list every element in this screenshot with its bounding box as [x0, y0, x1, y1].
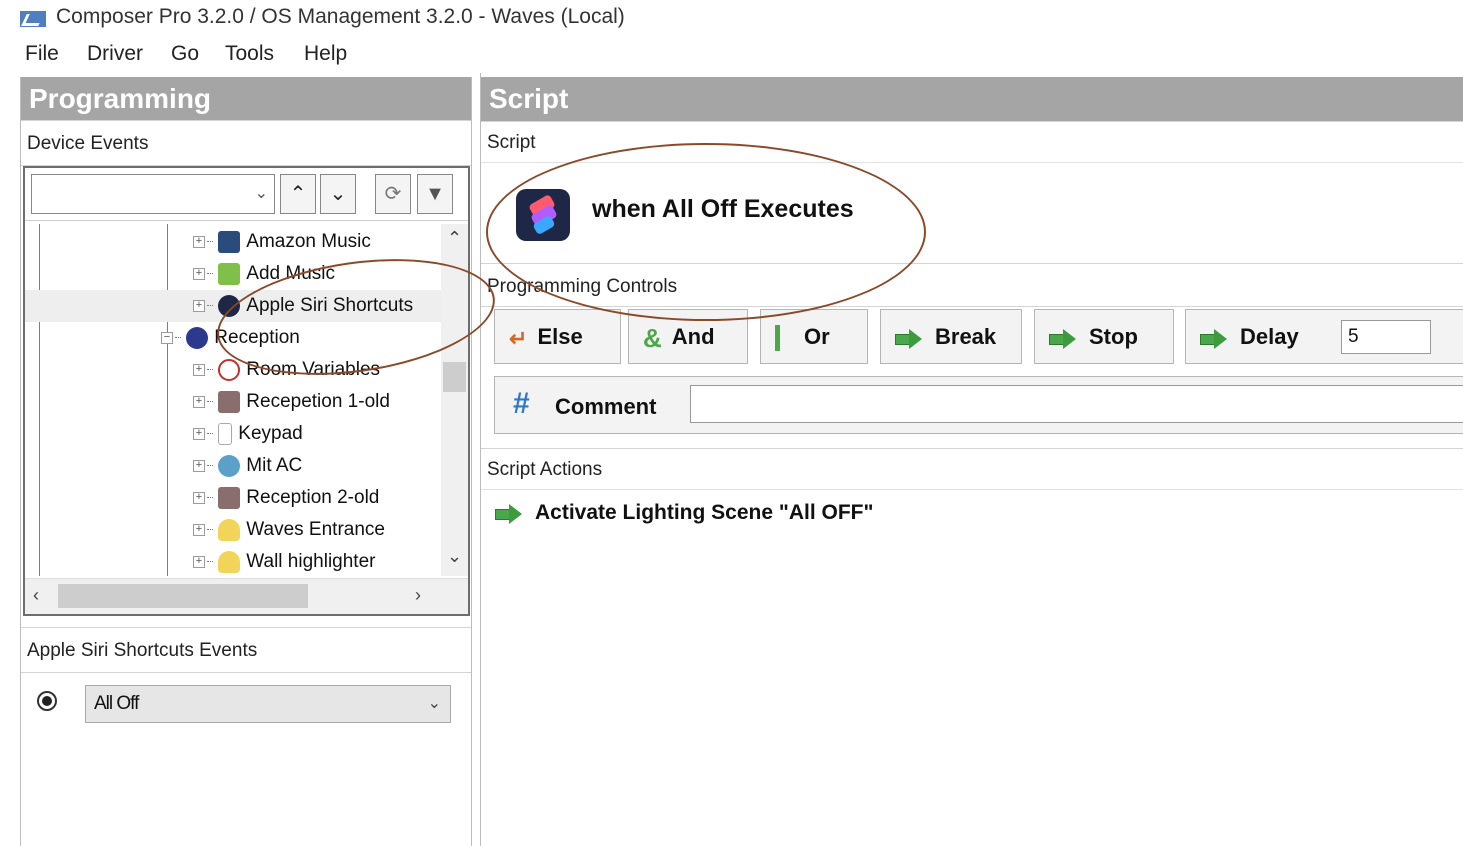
else-button[interactable]: ↵ Else: [494, 309, 621, 364]
menu-help[interactable]: Help: [304, 42, 347, 66]
programming-panel: Programming Device Events ⌄ ⌃ ⌄ ⟳ ▼ + Am…: [20, 77, 472, 846]
scroll-down-icon[interactable]: ⌄: [447, 546, 462, 567]
tree-item-add-music[interactable]: + Add Music: [193, 258, 335, 290]
expand-icon[interactable]: +: [193, 523, 205, 536]
device-icon: [218, 486, 241, 509]
script-action-label: Activate Lighting Scene "All OFF": [535, 501, 874, 524]
tree-item-reception[interactable]: − Reception: [161, 322, 300, 354]
chevron-down-icon: ⌄: [254, 185, 268, 202]
device-events-label: Device Events: [21, 120, 471, 166]
scrollbar-thumb[interactable]: [58, 584, 308, 608]
variables-icon: [218, 358, 241, 381]
move-up-button[interactable]: ⌃: [280, 174, 316, 214]
tree-item-mit-ac[interactable]: + Mit AC: [193, 450, 302, 482]
script-action-item[interactable]: Activate Lighting Scene "All OFF": [495, 501, 873, 525]
light-icon: [218, 550, 241, 573]
script-header: Script: [481, 77, 1463, 121]
comment-input[interactable]: [690, 385, 1463, 423]
expand-icon[interactable]: +: [193, 459, 205, 472]
script-label: Script: [481, 121, 1463, 163]
programming-header: Programming: [21, 77, 471, 120]
filter-icon[interactable]: ▼: [417, 174, 453, 214]
or-icon: [775, 325, 780, 352]
tree-item-recepetion-1-old[interactable]: + Recepetion 1-old: [193, 386, 390, 418]
scroll-up-icon[interactable]: ⌃: [447, 228, 462, 249]
script-title: when All Off Executes: [592, 195, 854, 223]
tree-item-amazon-music[interactable]: + Amazon Music: [193, 226, 371, 258]
menu-file[interactable]: File: [25, 42, 59, 66]
tree-item-room-variables[interactable]: + Room Variables: [193, 354, 380, 386]
green-arrow-icon: [1049, 329, 1077, 350]
stop-button[interactable]: Stop: [1034, 309, 1174, 364]
expand-icon[interactable]: +: [193, 235, 205, 248]
device-tree-box: ⌄ ⌃ ⌄ ⟳ ▼ + Amazon Music + Add Music + A…: [23, 166, 470, 616]
music-icon: [218, 262, 241, 285]
siri-shortcuts-icon: [516, 189, 570, 241]
room-icon: [186, 326, 209, 349]
menu-go[interactable]: Go: [171, 42, 199, 66]
collapse-icon[interactable]: −: [161, 331, 173, 344]
green-arrow-icon: [1200, 329, 1228, 350]
thermostat-icon: [218, 454, 241, 477]
expand-icon[interactable]: +: [193, 427, 205, 440]
device-tree: + Amazon Music + Add Music + Apple Siri …: [25, 224, 441, 576]
menu-tools[interactable]: Tools: [225, 42, 274, 66]
refresh-icon[interactable]: ⟳: [375, 174, 411, 214]
and-button[interactable]: & And: [628, 309, 748, 364]
tree-item-keypad[interactable]: + Keypad: [193, 418, 303, 450]
scrollbar-thumb[interactable]: [443, 362, 466, 392]
tree-vertical-scrollbar[interactable]: ⌃ ⌄: [441, 224, 468, 576]
tree-guide-line: [167, 224, 168, 576]
expand-icon[interactable]: +: [193, 555, 205, 568]
scroll-right-icon[interactable]: ›: [415, 585, 421, 606]
script-panel: Script Script when All Off Executes Prog…: [480, 73, 1463, 846]
move-down-button[interactable]: ⌄: [320, 174, 356, 214]
window-title: Composer Pro 3.2.0 / OS Management 3.2.0…: [56, 5, 625, 28]
amazon-music-icon: [218, 230, 241, 253]
green-arrow-icon: [895, 329, 923, 350]
tree-item-waves-entrance[interactable]: + Waves Entrance: [193, 514, 385, 546]
event-select[interactable]: All Off ⌄: [85, 685, 451, 723]
divider: [25, 220, 468, 221]
menu-driver[interactable]: Driver: [87, 42, 143, 66]
delay-input[interactable]: 5: [1341, 320, 1431, 354]
app-logo-icon: [20, 11, 46, 27]
tree-item-reception-2-old[interactable]: + Reception 2-old: [193, 482, 379, 514]
tree-item-apple-siri-shortcuts[interactable]: + Apple Siri Shortcuts: [25, 290, 441, 322]
green-arrow-icon: [495, 504, 523, 525]
menu-bar: [0, 38, 1463, 72]
events-label: Apple Siri Shortcuts Events: [21, 627, 471, 673]
device-icon: [218, 390, 241, 413]
comment-label: Comment: [555, 394, 657, 419]
else-icon: ↵: [509, 325, 528, 351]
keypad-icon: [218, 422, 233, 445]
expand-icon[interactable]: +: [193, 299, 205, 312]
hash-icon: #: [513, 387, 530, 420]
programming-controls-label: Programming Controls: [481, 263, 1463, 307]
expand-icon[interactable]: +: [193, 395, 205, 408]
scroll-left-icon[interactable]: ‹: [33, 585, 39, 606]
expand-icon[interactable]: +: [193, 267, 205, 280]
event-select-value: All Off: [94, 693, 139, 714]
chevron-down-icon: ⌄: [427, 695, 441, 712]
script-actions-label: Script Actions: [481, 448, 1463, 490]
expand-icon[interactable]: +: [193, 363, 205, 376]
light-icon: [218, 518, 241, 541]
ampersand-icon: &: [643, 322, 662, 353]
or-button[interactable]: Or: [760, 309, 868, 364]
tree-item-wall-highlighter[interactable]: + Wall highlighter: [193, 546, 375, 576]
break-button[interactable]: Break: [880, 309, 1022, 364]
device-filter-select[interactable]: ⌄: [31, 174, 275, 214]
tree-guide-line: [39, 224, 40, 576]
expand-icon[interactable]: +: [193, 491, 205, 504]
event-radio[interactable]: [37, 691, 57, 711]
siri-shortcuts-icon: [218, 294, 241, 317]
